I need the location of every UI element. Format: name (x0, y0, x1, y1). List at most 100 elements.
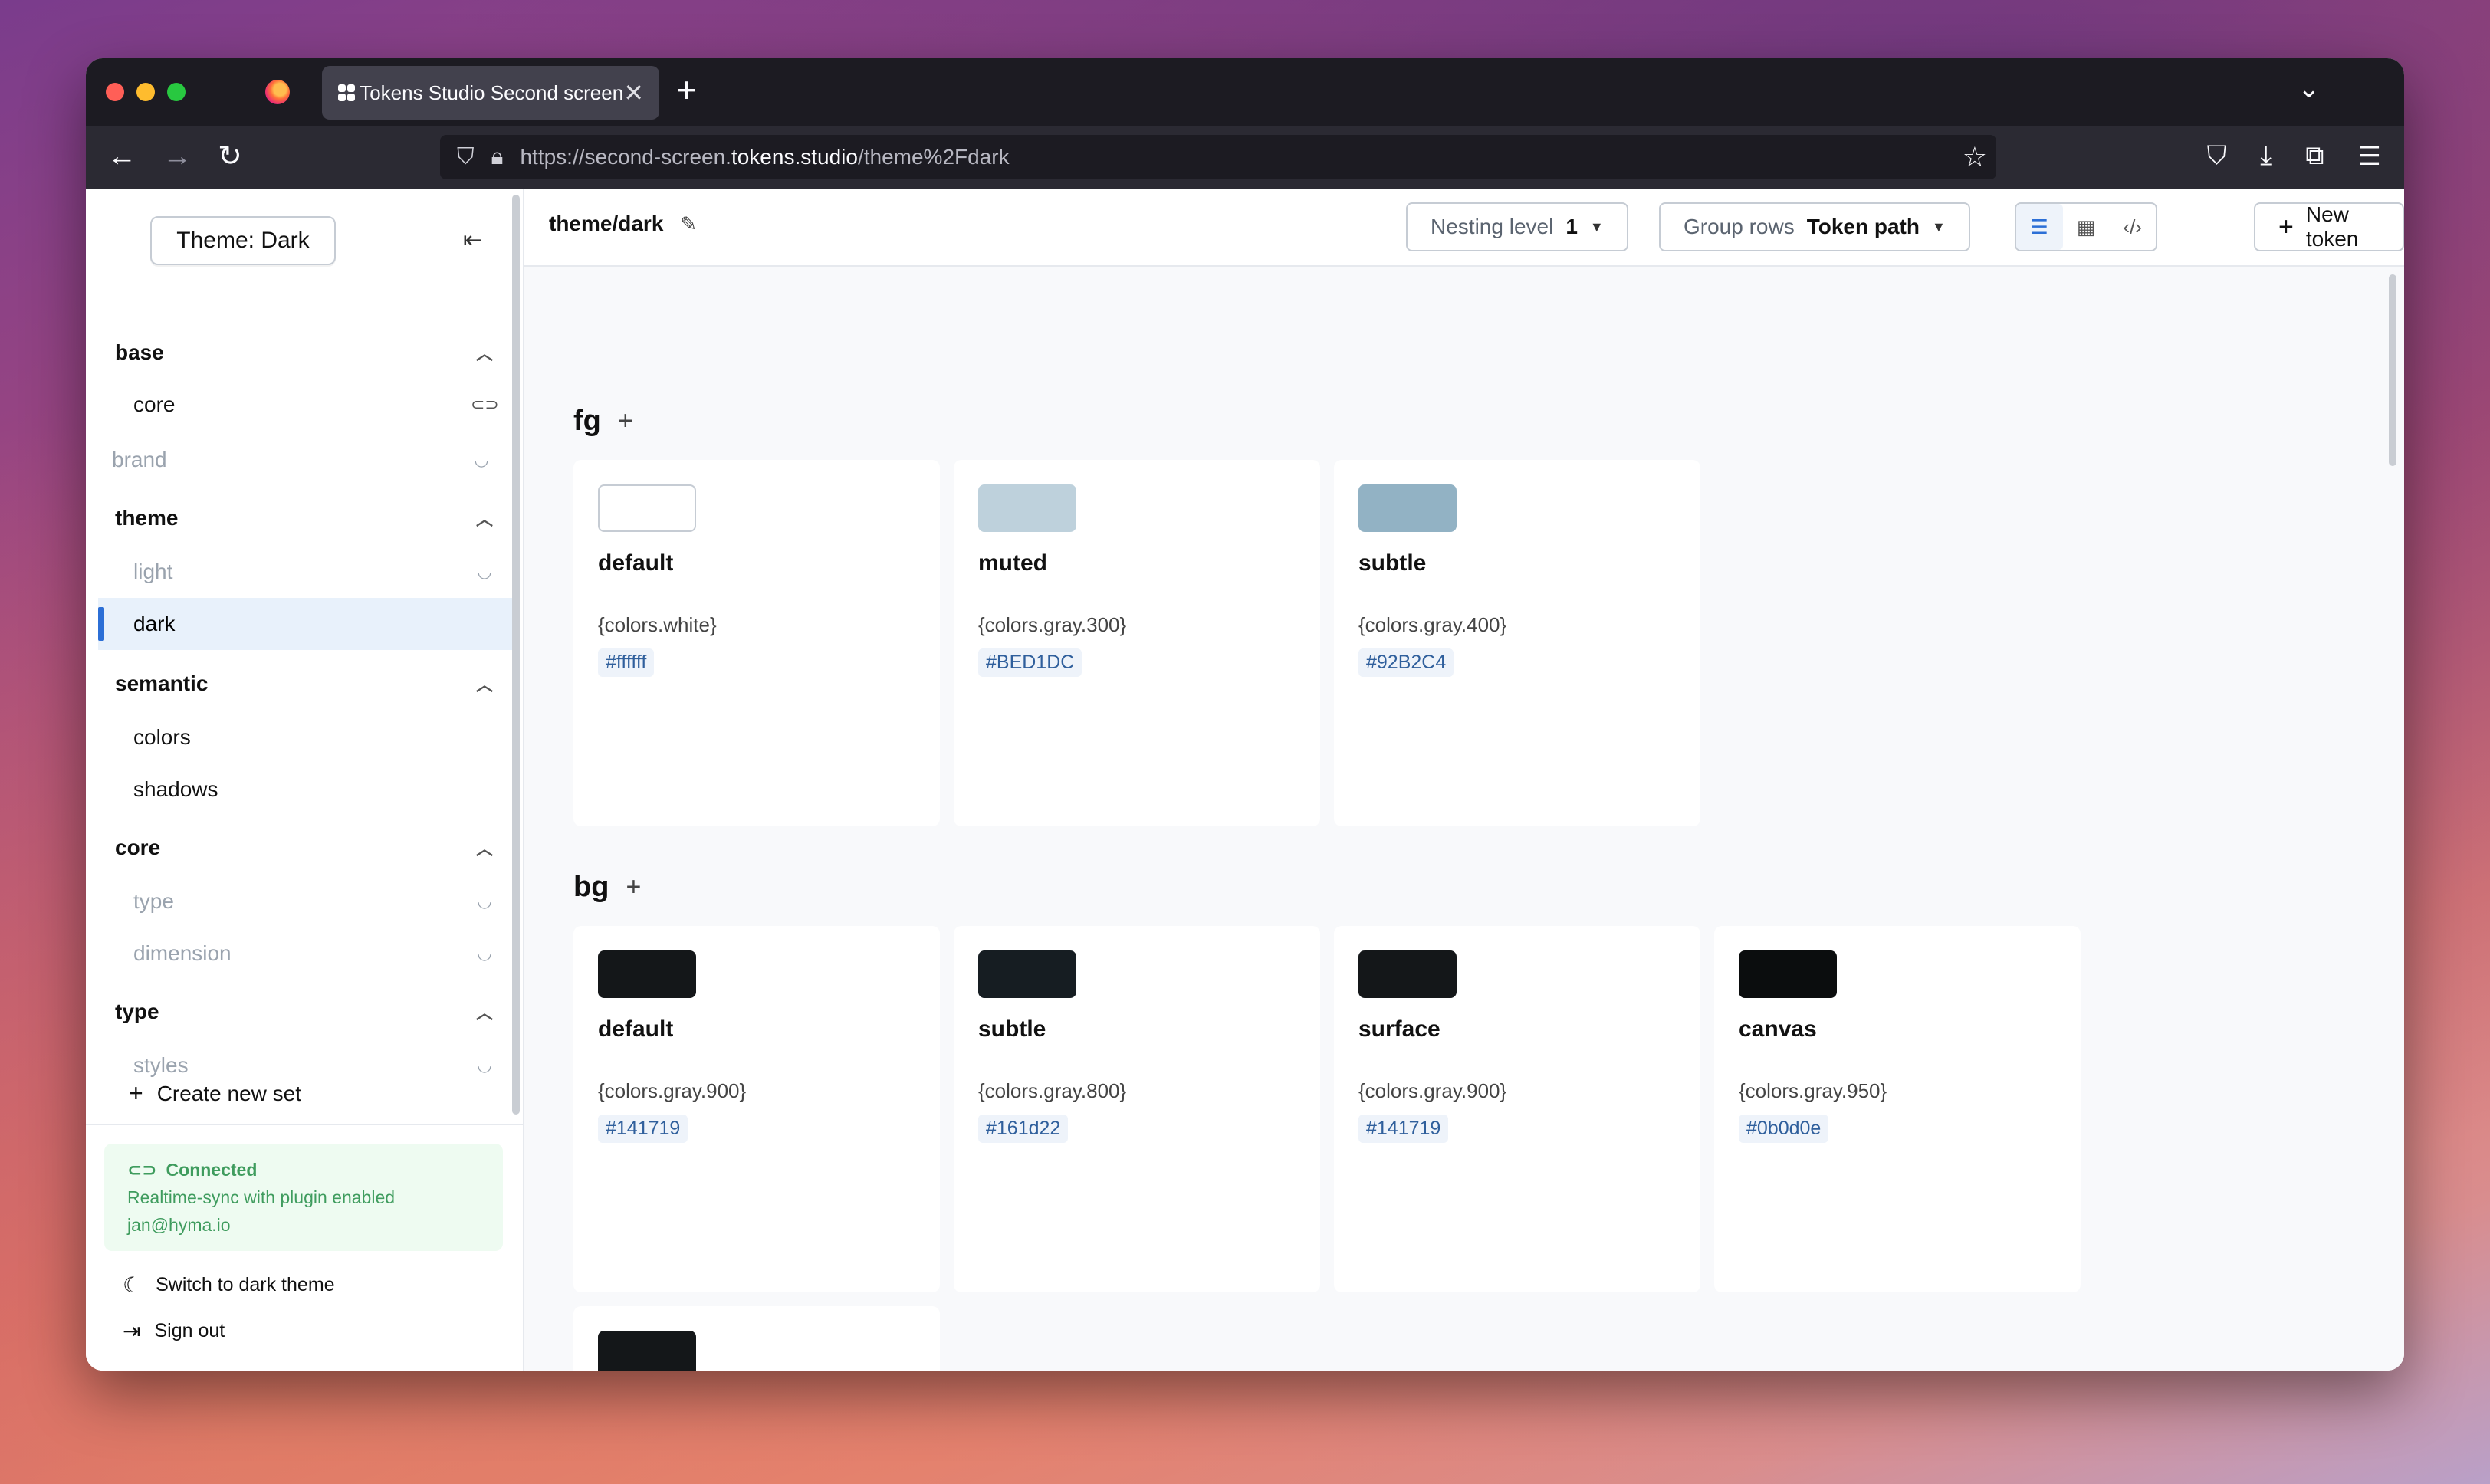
eye-closed-icon[interactable]: ◡ (471, 944, 498, 964)
pocket-icon[interactable]: ⛉ (2207, 141, 2227, 172)
sidebar-item-shadows[interactable]: shadows (115, 763, 498, 816)
favicon-icon (337, 84, 355, 102)
chevron-up-icon[interactable]: ︿ (471, 671, 498, 696)
plus-icon[interactable]: + (676, 69, 697, 110)
nesting-level-dropdown[interactable]: Nesting level 1 ▼ (1406, 202, 1628, 251)
code-view-icon[interactable]: ‹/› (2109, 204, 2156, 250)
token-card[interactable]: subtle {colors.gray.800} #161d22 (954, 926, 1320, 1292)
sidebar-group-label: theme (115, 506, 179, 530)
token-name: default (598, 550, 674, 576)
extensions-icon[interactable]: ⧉ (2305, 141, 2324, 172)
token-name: canvas (1739, 1016, 1817, 1042)
lock-icon[interactable]: 🔒︎ (491, 144, 504, 170)
shield-icon[interactable]: ⛉ (457, 144, 475, 170)
sidebar-item-type[interactable]: type ◡ (115, 875, 498, 927)
token-card[interactable]: subtle {colors.gray.400} #92B2C4 (1334, 460, 1700, 826)
url-domain: tokens.studio (731, 145, 858, 169)
group-rows-label: Group rows (1684, 215, 1795, 238)
token-reference: {colors.gray.800} (978, 1079, 1127, 1102)
close-window-button[interactable] (106, 83, 124, 101)
sign-out-label: Sign out (154, 1320, 225, 1341)
plus-icon[interactable]: + (618, 406, 633, 436)
token-hex: #141719 (1358, 1115, 1449, 1143)
eye-closed-icon[interactable]: ◡ (468, 450, 495, 470)
sidebar-item-label: colors (133, 725, 191, 749)
color-swatch (598, 950, 696, 998)
nesting-value: 1 (1565, 215, 1578, 238)
star-icon[interactable]: ☆ (1963, 141, 1987, 173)
token-card[interactable]: muted {colors.gray.300} #BED1DC (954, 460, 1320, 826)
menu-icon[interactable]: ☰ (2358, 141, 2381, 172)
sidebar-item-brand[interactable]: brand ◡ (112, 434, 495, 486)
chevron-up-icon[interactable]: ︿ (471, 340, 498, 365)
token-card[interactable]: canvas {colors.gray.950} #0b0d0e (1714, 926, 2081, 1292)
sidebar-group-semantic[interactable]: semantic ︿ (115, 658, 498, 710)
sidebar-item-dark[interactable]: dark (98, 598, 512, 650)
moon-icon: ☾ (123, 1273, 143, 1297)
token-hex: #141719 (598, 1115, 688, 1143)
sidebar-group-label: type (115, 1000, 159, 1023)
eye-closed-icon[interactable]: ◡ (471, 562, 498, 582)
group-name: bg (573, 871, 609, 903)
plus-icon[interactable]: + (626, 872, 641, 902)
theme-select-button[interactable]: Theme: Dark (150, 216, 336, 265)
token-name: default (598, 1016, 674, 1042)
download-icon[interactable]: ⤓ (2260, 141, 2272, 172)
group-heading-bg: bg + (573, 871, 641, 904)
address-bar[interactable]: ⛉ 🔒︎ https://second-screen. tokens.studio… (440, 135, 1996, 179)
forward-arrow-icon[interactable]: → (163, 140, 192, 173)
group-heading-fg: fg + (573, 405, 633, 438)
reload-icon[interactable]: ↻ (218, 140, 242, 173)
collapse-sidebar-icon[interactable]: ⇤ (463, 227, 482, 254)
close-icon[interactable]: ✕ (623, 78, 644, 107)
sidebar-item-dimension[interactable]: dimension ◡ (115, 927, 498, 980)
sidebar-item-core[interactable]: core ⊂⊃ (115, 379, 499, 431)
new-token-label: New token (2305, 202, 2359, 251)
sidebar-item-label: styles (133, 1053, 189, 1077)
chevron-up-icon[interactable]: ︿ (471, 836, 498, 860)
token-card[interactable]: emphasis (573, 1306, 940, 1371)
back-arrow-icon[interactable]: ← (107, 140, 136, 173)
caret-down-icon: ▼ (1589, 218, 1604, 235)
navigation-bar: ← → ↻ ⛉ 🔒︎ https://second-screen. tokens.… (86, 126, 2404, 189)
sidebar-group-base[interactable]: base ︿ (115, 327, 498, 379)
token-reference: {colors.gray.400} (1358, 613, 1507, 636)
sidebar-item-colors[interactable]: colors (115, 711, 498, 763)
color-swatch (598, 1331, 696, 1371)
token-reference: {colors.white} (598, 613, 717, 636)
app: Theme: Dark ⇤ base ︿ core ⊂⊃ brand ◡ the… (86, 189, 2404, 1371)
token-hex: #BED1DC (978, 648, 1082, 677)
list-view-icon[interactable]: ☰ (2016, 204, 2063, 250)
token-name: muted (978, 550, 1047, 576)
sidebar-scrollbar[interactable] (512, 195, 520, 1115)
sidebar-item-light[interactable]: light ◡ (115, 546, 498, 598)
link-icon[interactable]: ⊂⊃ (471, 395, 499, 415)
token-card[interactable]: surface {colors.gray.900} #141719 (1334, 926, 1700, 1292)
eye-closed-icon[interactable]: ◡ (471, 1056, 498, 1075)
sidebar-item-label: dark (133, 612, 176, 635)
chevron-up-icon[interactable]: ︿ (471, 1000, 498, 1024)
create-new-set-button[interactable]: + Create new set (129, 1079, 301, 1108)
sidebar-group-core[interactable]: core ︿ (115, 822, 498, 874)
sidebar-group-theme[interactable]: theme ︿ (115, 492, 498, 544)
status-title: Connected (166, 1160, 258, 1180)
minimize-window-button[interactable] (136, 83, 155, 101)
table-view-icon[interactable]: ▦ (2063, 204, 2110, 250)
maximize-window-button[interactable] (167, 83, 186, 101)
tab-tokens-studio[interactable]: Tokens Studio Second screen ✕ (322, 66, 659, 120)
color-swatch (1358, 484, 1457, 532)
edit-icon[interactable]: ✎ (680, 212, 697, 236)
main-scrollbar[interactable] (2389, 274, 2396, 466)
token-card[interactable]: default {colors.white} #ffffff (573, 460, 940, 826)
connection-status: ⊂⊃ Connected Realtime-sync with plugin en… (104, 1144, 503, 1251)
group-rows-dropdown[interactable]: Group rows Token path ▼ (1659, 202, 1970, 251)
switch-theme-button[interactable]: ☾ Switch to dark theme (123, 1272, 335, 1298)
new-token-button[interactable]: + New token (2254, 202, 2404, 251)
sidebar-group-type[interactable]: type ︿ (115, 986, 498, 1038)
chevron-down-icon[interactable]: ⌄ (2298, 74, 2321, 104)
switch-theme-label: Switch to dark theme (156, 1274, 335, 1295)
eye-closed-icon[interactable]: ◡ (471, 891, 498, 911)
chevron-up-icon[interactable]: ︿ (471, 506, 498, 530)
token-card[interactable]: default {colors.gray.900} #141719 (573, 926, 940, 1292)
sign-out-button[interactable]: ⇥ Sign out (123, 1318, 225, 1344)
